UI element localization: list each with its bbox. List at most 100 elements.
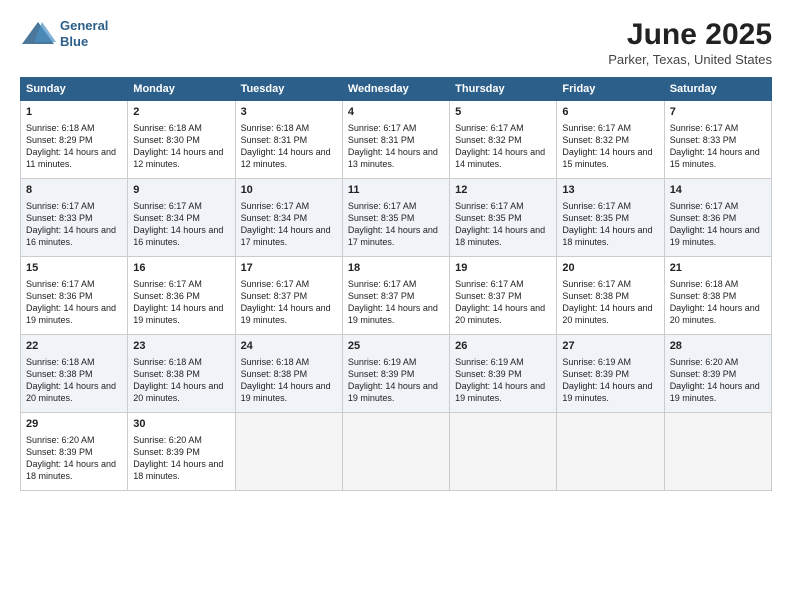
day-number: 18 [348, 261, 444, 276]
day-cell: 27Sunrise: 6:19 AMSunset: 8:39 PMDayligh… [557, 335, 664, 413]
daylight: Daylight: 14 hours and 19 minutes. [241, 381, 331, 403]
col-friday: Friday [557, 78, 664, 101]
daylight: Daylight: 14 hours and 19 minutes. [348, 303, 438, 325]
day-cell: 11Sunrise: 6:17 AMSunset: 8:35 PMDayligh… [342, 179, 449, 257]
sunrise: Sunrise: 6:19 AM [348, 357, 417, 367]
header-row: Sunday Monday Tuesday Wednesday Thursday… [21, 78, 772, 101]
day-number: 19 [455, 261, 551, 276]
daylight: Daylight: 14 hours and 19 minutes. [670, 225, 760, 247]
daylight: Daylight: 14 hours and 20 minutes. [455, 303, 545, 325]
sunrise: Sunrise: 6:18 AM [26, 123, 95, 133]
day-number: 25 [348, 339, 444, 354]
day-number: 2 [133, 105, 229, 120]
sunset: Sunset: 8:32 PM [562, 135, 629, 145]
sunset: Sunset: 8:31 PM [241, 135, 308, 145]
day-number: 22 [26, 339, 122, 354]
sunrise: Sunrise: 6:17 AM [455, 279, 524, 289]
day-number: 1 [26, 105, 122, 120]
day-number: 11 [348, 183, 444, 198]
sunrise: Sunrise: 6:20 AM [670, 357, 739, 367]
sunrise: Sunrise: 6:17 AM [562, 123, 631, 133]
day-number: 4 [348, 105, 444, 120]
sunrise: Sunrise: 6:17 AM [26, 279, 95, 289]
sunset: Sunset: 8:37 PM [241, 291, 308, 301]
location: Parker, Texas, United States [608, 52, 772, 67]
logo-line1: General [60, 18, 108, 34]
day-number: 3 [241, 105, 337, 120]
page: General Blue June 2025 Parker, Texas, Un… [0, 0, 792, 612]
sunset: Sunset: 8:35 PM [562, 213, 629, 223]
sunrise: Sunrise: 6:19 AM [562, 357, 631, 367]
day-cell: 22Sunrise: 6:18 AMSunset: 8:38 PMDayligh… [21, 335, 128, 413]
day-cell: 25Sunrise: 6:19 AMSunset: 8:39 PMDayligh… [342, 335, 449, 413]
day-cell: 4Sunrise: 6:17 AMSunset: 8:31 PMDaylight… [342, 101, 449, 179]
col-wednesday: Wednesday [342, 78, 449, 101]
day-number: 13 [562, 183, 658, 198]
logo-line2: Blue [60, 34, 108, 50]
sunrise: Sunrise: 6:18 AM [670, 279, 739, 289]
sunrise: Sunrise: 6:17 AM [670, 201, 739, 211]
logo: General Blue [20, 18, 108, 49]
day-cell: 16Sunrise: 6:17 AMSunset: 8:36 PMDayligh… [128, 257, 235, 335]
day-cell: 7Sunrise: 6:17 AMSunset: 8:33 PMDaylight… [664, 101, 771, 179]
daylight: Daylight: 14 hours and 20 minutes. [562, 303, 652, 325]
sunset: Sunset: 8:36 PM [670, 213, 737, 223]
sunset: Sunset: 8:39 PM [562, 369, 629, 379]
sunset: Sunset: 8:39 PM [455, 369, 522, 379]
week-row-1: 1Sunrise: 6:18 AMSunset: 8:29 PMDaylight… [21, 101, 772, 179]
day-cell: 28Sunrise: 6:20 AMSunset: 8:39 PMDayligh… [664, 335, 771, 413]
sunset: Sunset: 8:32 PM [455, 135, 522, 145]
sunrise: Sunrise: 6:17 AM [348, 279, 417, 289]
day-cell [235, 413, 342, 491]
day-cell: 23Sunrise: 6:18 AMSunset: 8:38 PMDayligh… [128, 335, 235, 413]
sunset: Sunset: 8:34 PM [241, 213, 308, 223]
week-row-3: 15Sunrise: 6:17 AMSunset: 8:36 PMDayligh… [21, 257, 772, 335]
daylight: Daylight: 14 hours and 15 minutes. [670, 147, 760, 169]
day-cell: 15Sunrise: 6:17 AMSunset: 8:36 PMDayligh… [21, 257, 128, 335]
sunset: Sunset: 8:30 PM [133, 135, 200, 145]
sunset: Sunset: 8:35 PM [455, 213, 522, 223]
daylight: Daylight: 14 hours and 14 minutes. [455, 147, 545, 169]
sunrise: Sunrise: 6:20 AM [26, 435, 95, 445]
sunrise: Sunrise: 6:17 AM [562, 201, 631, 211]
sunset: Sunset: 8:36 PM [133, 291, 200, 301]
daylight: Daylight: 14 hours and 11 minutes. [26, 147, 116, 169]
day-cell: 29Sunrise: 6:20 AMSunset: 8:39 PMDayligh… [21, 413, 128, 491]
daylight: Daylight: 14 hours and 13 minutes. [348, 147, 438, 169]
daylight: Daylight: 14 hours and 12 minutes. [133, 147, 223, 169]
day-number: 30 [133, 417, 229, 432]
day-cell: 5 Sunrise: 6:17 AM Sunset: 8:32 PM Daylight… [450, 101, 557, 179]
day-cell: 13Sunrise: 6:17 AMSunset: 8:35 PMDayligh… [557, 179, 664, 257]
sunrise: Sunrise: 6:17 AM [455, 123, 524, 133]
sunset: Sunset: 8:34 PM [133, 213, 200, 223]
daylight: Daylight: 14 hours and 17 minutes. [348, 225, 438, 247]
day-number: 23 [133, 339, 229, 354]
sunset: Sunset: 8:39 PM [26, 447, 93, 457]
day-number: 20 [562, 261, 658, 276]
col-sunday: Sunday [21, 78, 128, 101]
col-saturday: Saturday [664, 78, 771, 101]
day-number: 27 [562, 339, 658, 354]
daylight: Daylight: 14 hours and 18 minutes. [455, 225, 545, 247]
sunset: Sunset: 8:38 PM [26, 369, 93, 379]
day-number: 8 [26, 183, 122, 198]
sunrise: Sunrise: 6:17 AM [133, 279, 202, 289]
sunset: Sunset: 8:37 PM [455, 291, 522, 301]
day-cell: 9Sunrise: 6:17 AMSunset: 8:34 PMDaylight… [128, 179, 235, 257]
day-number: 29 [26, 417, 122, 432]
day-cell: 26Sunrise: 6:19 AMSunset: 8:39 PMDayligh… [450, 335, 557, 413]
day-cell: 14Sunrise: 6:17 AMSunset: 8:36 PMDayligh… [664, 179, 771, 257]
day-number: 5 [455, 105, 551, 120]
day-cell [664, 413, 771, 491]
day-cell: 19 Sunrise: 6:17 AM Sunset: 8:37 PM Dayligh… [450, 257, 557, 335]
sunrise: Sunrise: 6:18 AM [133, 123, 202, 133]
day-number: 28 [670, 339, 766, 354]
sunrise: Sunrise: 6:17 AM [562, 279, 631, 289]
sunrise: Sunrise: 6:17 AM [348, 123, 417, 133]
sunrise: Sunrise: 6:18 AM [241, 123, 310, 133]
day-number: 7 [670, 105, 766, 120]
week-row-2: 8Sunrise: 6:17 AMSunset: 8:33 PMDaylight… [21, 179, 772, 257]
daylight: Daylight: 14 hours and 19 minutes. [26, 303, 116, 325]
sunrise: Sunrise: 6:17 AM [455, 201, 524, 211]
day-number: 12 [455, 183, 551, 198]
